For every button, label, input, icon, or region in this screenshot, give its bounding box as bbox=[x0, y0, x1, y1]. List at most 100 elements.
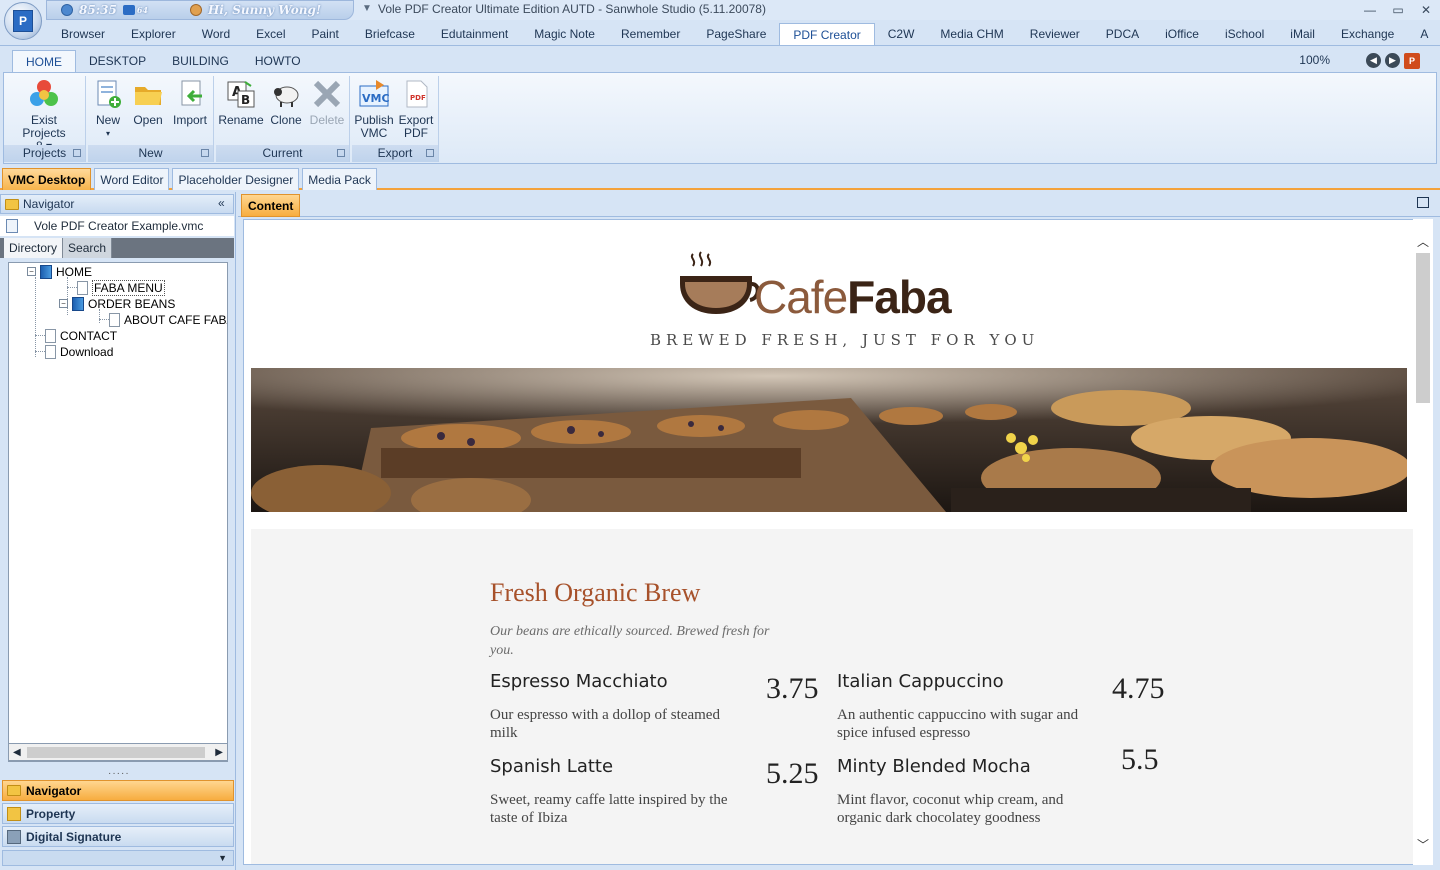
doc-tab-vmc-desktop[interactable]: VMC Desktop bbox=[2, 168, 92, 190]
tree-node-contact[interactable]: CONTACT bbox=[45, 328, 117, 343]
tree-label: ORDER BEANS bbox=[88, 296, 176, 311]
close-button[interactable]: ✕ bbox=[1412, 0, 1440, 20]
minimize-button[interactable]: — bbox=[1356, 0, 1384, 20]
badge-icon bbox=[122, 5, 135, 15]
navigator-title: Navigator bbox=[23, 197, 75, 211]
item-desc-espresso-macchiato: Our espresso with a dollop of steamed mi… bbox=[490, 707, 720, 741]
app-tab-c2w[interactable]: C2W bbox=[875, 23, 928, 45]
app-tab-word[interactable]: Word bbox=[189, 23, 243, 45]
brand-logo-text: CafeFaba bbox=[754, 271, 952, 323]
content-tab-bar bbox=[238, 192, 1440, 217]
dialog-launcher-icon[interactable] bbox=[73, 149, 81, 157]
office-icon[interactable]: P bbox=[1404, 53, 1420, 69]
scroll-up-icon[interactable]: ︿ bbox=[1417, 233, 1429, 250]
tab-directory[interactable]: Directory bbox=[4, 238, 64, 258]
app-tab-ioffice[interactable]: iOffice bbox=[1152, 23, 1212, 45]
qat-dropdown-icon[interactable]: ▼ bbox=[362, 3, 372, 14]
maximize-button[interactable]: ▭ bbox=[1384, 0, 1412, 20]
app-tab-ischool[interactable]: iSchool bbox=[1212, 23, 1277, 45]
app-tab-pageshare[interactable]: PageShare bbox=[693, 23, 779, 45]
panel-options-icon[interactable]: ▼ bbox=[2, 850, 234, 866]
app-tab-magic-note[interactable]: Magic Note bbox=[521, 23, 608, 45]
doc-tab-placeholder-designer[interactable]: Placeholder Designer bbox=[172, 168, 300, 190]
content-vertical-scrollbar[interactable]: ︿ ﹀ bbox=[1413, 219, 1433, 865]
restore-window-icon[interactable] bbox=[1417, 197, 1429, 208]
ribbon-tab-desktop[interactable]: DESKTOP bbox=[76, 50, 159, 72]
tree-horizontal-scrollbar[interactable]: ◀ ▶ bbox=[8, 743, 228, 761]
app-tab-pdca[interactable]: PDCA bbox=[1093, 23, 1152, 45]
group-label-projects: Projects bbox=[4, 145, 85, 162]
tab-search[interactable]: Search bbox=[63, 238, 113, 258]
app-tab-reviewer[interactable]: Reviewer bbox=[1017, 23, 1093, 45]
book-icon bbox=[40, 264, 52, 279]
import-button[interactable]: Import bbox=[170, 78, 210, 127]
app-tab-pdf-creator[interactable]: PDF Creator bbox=[779, 23, 875, 45]
app-tab-briefcase[interactable]: Briefcase bbox=[352, 23, 428, 45]
panel-navigator[interactable]: Navigator bbox=[2, 780, 234, 801]
item-price-italian-cappuccino: 4.75 bbox=[1112, 672, 1165, 705]
publish-vmc-button[interactable]: VMC Publish VMC bbox=[354, 78, 394, 140]
delete-button[interactable]: Delete bbox=[308, 78, 346, 127]
export-label-2: PDF bbox=[404, 126, 428, 140]
collapse-icon[interactable]: − bbox=[59, 299, 68, 308]
project-file-row[interactable]: Vole PDF Creator Example.vmc bbox=[0, 216, 234, 236]
app-tab-imail[interactable]: iMail bbox=[1277, 23, 1328, 45]
clone-button[interactable]: Clone bbox=[268, 78, 304, 127]
dialog-launcher-icon[interactable] bbox=[201, 149, 209, 157]
scroll-down-icon[interactable]: ﹀ bbox=[1417, 836, 1429, 853]
dialog-launcher-icon[interactable] bbox=[426, 149, 434, 157]
navigator-header: Navigator bbox=[0, 194, 234, 214]
app-tab-explorer[interactable]: Explorer bbox=[118, 23, 189, 45]
tree-label: FABA MENU bbox=[92, 279, 165, 296]
ribbon-tab-howto[interactable]: HOWTO bbox=[242, 50, 314, 72]
forward-icon[interactable]: ▶ bbox=[1385, 53, 1400, 68]
app-tab-browser[interactable]: Browser bbox=[48, 23, 118, 45]
panel-property[interactable]: Property bbox=[2, 803, 234, 824]
folder-icon bbox=[5, 198, 19, 210]
back-icon[interactable]: ◀ bbox=[1366, 53, 1381, 68]
app-tabs: Browser Explorer Word Excel Paint Briefcase Ed… bbox=[0, 23, 1440, 46]
tab-content[interactable]: Content bbox=[241, 194, 301, 217]
tree-node-about[interactable]: ABOUT CAFE FABA bbox=[109, 312, 227, 327]
app-tab-a[interactable]: A bbox=[1407, 23, 1440, 45]
scroll-thumb[interactable] bbox=[1416, 253, 1430, 403]
dialog-launcher-icon[interactable] bbox=[337, 149, 345, 157]
collapse-pane-icon[interactable]: « bbox=[218, 196, 225, 210]
app-tab-paint[interactable]: Paint bbox=[299, 23, 352, 45]
doc-tab-media-pack[interactable]: Media Pack bbox=[302, 168, 377, 190]
panel-label: Navigator bbox=[26, 783, 82, 798]
qat-badge: 64 bbox=[136, 5, 148, 15]
app-tab-excel[interactable]: Excel bbox=[243, 23, 298, 45]
collapse-icon[interactable]: − bbox=[27, 267, 36, 276]
menu-subtitle: Our beans are ethically sourced. Brewed … bbox=[490, 624, 770, 658]
tree-node-faba-menu[interactable]: FABA MENU bbox=[77, 279, 165, 296]
svg-text:B: B bbox=[241, 93, 250, 107]
app-menu-button[interactable]: P bbox=[4, 2, 42, 40]
item-desc-italian-cappuccino: An authentic cappuccino with sugar and s… bbox=[837, 707, 1079, 741]
user-icon bbox=[189, 4, 202, 16]
group-projects: Exist Projects 8 ▾ Projects bbox=[4, 76, 86, 162]
app-tab-remember[interactable]: Remember bbox=[608, 23, 693, 45]
doc-tab-word-editor[interactable]: Word Editor bbox=[94, 168, 170, 190]
rename-button[interactable]: AB Rename bbox=[218, 78, 264, 127]
panel-digital-signature[interactable]: Digital Signature bbox=[2, 826, 234, 847]
new-button[interactable]: New ▾ bbox=[90, 78, 126, 140]
app-tab-edutainment[interactable]: Edutainment bbox=[428, 23, 521, 45]
export-pdf-button[interactable]: PDF Export PDF bbox=[396, 78, 436, 140]
open-button[interactable]: Open bbox=[130, 78, 166, 127]
tree-node-order-beans[interactable]: − ORDER BEANS bbox=[59, 296, 175, 311]
app-tab-media-chm[interactable]: Media CHM bbox=[927, 23, 1016, 45]
app-tab-exchange[interactable]: Exchange bbox=[1328, 23, 1407, 45]
zoom-level[interactable]: 100% bbox=[1299, 53, 1330, 67]
tree-node-download[interactable]: Download bbox=[45, 344, 113, 359]
ribbon-tab-home[interactable]: HOME bbox=[12, 50, 76, 72]
svg-text:PDF: PDF bbox=[410, 94, 426, 102]
scroll-thumb[interactable] bbox=[27, 747, 205, 758]
scroll-right-icon[interactable]: ▶ bbox=[215, 747, 223, 758]
exist-projects-button[interactable]: Exist Projects 8 ▾ bbox=[8, 78, 80, 153]
splitter-grip[interactable]: ····· bbox=[108, 768, 130, 779]
scroll-left-icon[interactable]: ◀ bbox=[13, 747, 21, 758]
user-greeting[interactable]: Hi, Sunny Wong! bbox=[208, 3, 321, 17]
tree-node-home[interactable]: − HOME bbox=[27, 264, 92, 279]
ribbon-tab-building[interactable]: BUILDING bbox=[159, 50, 242, 72]
